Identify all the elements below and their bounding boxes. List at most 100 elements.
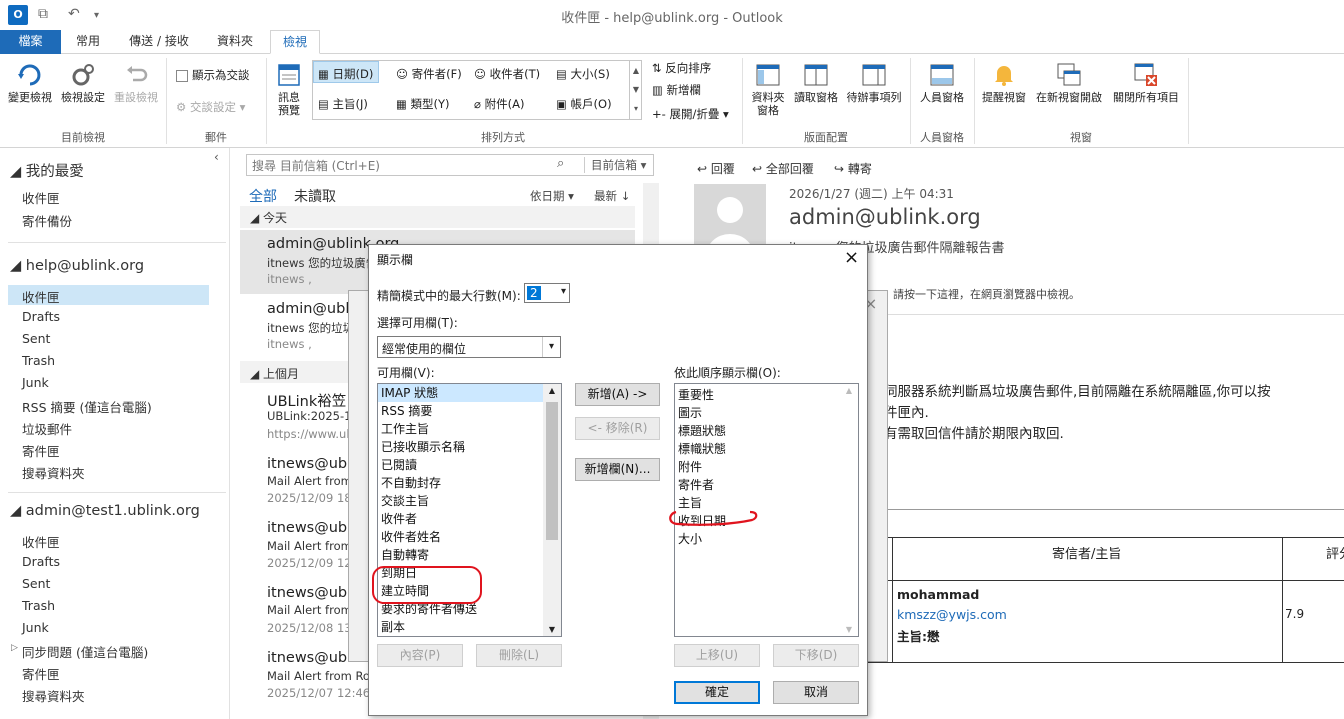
nav2-trash[interactable]: Trash bbox=[22, 598, 55, 613]
list-item[interactable]: IMAP 狀態 bbox=[378, 384, 561, 402]
tab-folder[interactable]: 資料夾 bbox=[206, 30, 264, 54]
arrange-from-button[interactable]: ☺ 寄件者(F) bbox=[396, 65, 462, 83]
list-item[interactable]: 圖示 bbox=[675, 404, 858, 422]
scroll-up-icon[interactable]: ▲ bbox=[543, 386, 561, 395]
tab-file[interactable]: 檔案 bbox=[0, 30, 61, 54]
list-item[interactable]: RSS 摘要 bbox=[378, 402, 561, 420]
move-up-button[interactable]: 上移(U) bbox=[674, 644, 760, 667]
nav2-outbox[interactable]: 寄件匣 bbox=[22, 664, 60, 683]
arrange-size-button[interactable]: ▤ 大小(S) bbox=[556, 65, 610, 83]
fav-inbox[interactable]: 收件匣 bbox=[22, 188, 60, 207]
nav2-sync-issues[interactable]: 同步問題 (僅這台電腦) bbox=[22, 642, 148, 661]
people-pane-button[interactable]: 人員窗格 bbox=[914, 62, 970, 104]
nav2-junk[interactable]: Junk bbox=[22, 620, 49, 635]
info-bar[interactable]: 請按一下這裡，在網頁瀏覽器中檢視。 bbox=[893, 286, 1080, 302]
arrange-subject-button[interactable]: ▤ 主旨(J) bbox=[318, 95, 368, 113]
nav-outbox[interactable]: 寄件匣 bbox=[22, 441, 60, 460]
nav2-search-folders[interactable]: 搜尋資料夾 bbox=[22, 686, 85, 705]
nav-sent[interactable]: Sent bbox=[22, 331, 50, 346]
scroll-up-icon[interactable]: ▲ bbox=[840, 386, 858, 395]
favorites-header[interactable]: ◢ 我的最愛 bbox=[10, 160, 84, 181]
remove-column-button[interactable]: <- 移除(R) bbox=[575, 417, 660, 440]
nav-trash[interactable]: Trash bbox=[22, 353, 55, 368]
nav-junk[interactable]: Junk bbox=[22, 375, 49, 390]
expand-arrow-icon[interactable]: ▷ bbox=[11, 643, 18, 653]
show-as-conversations-checkbox[interactable]: 顯示為交談 bbox=[176, 66, 250, 84]
list-item[interactable]: 大小 bbox=[675, 530, 858, 548]
list-item[interactable]: 副本 bbox=[378, 618, 561, 636]
list-item[interactable]: 附件 bbox=[675, 458, 858, 476]
filter-unread[interactable]: 未讀取 bbox=[294, 186, 336, 206]
message-sender[interactable]: itnews@ub bbox=[267, 585, 347, 601]
message-sender[interactable]: itnews@ub bbox=[267, 456, 347, 472]
available-list-scrollbar[interactable]: ▲ ▼ bbox=[543, 384, 561, 636]
message-sender[interactable]: itnews@ub bbox=[267, 650, 347, 666]
move-down-button[interactable]: 下移(D) bbox=[773, 644, 859, 667]
list-item[interactable]: 收件者 bbox=[378, 510, 561, 528]
add-column-button[interactable]: 新增(A) -> bbox=[575, 383, 660, 406]
list-item[interactable]: 已閱讀 bbox=[378, 456, 561, 474]
tab-home[interactable]: 常用 bbox=[66, 30, 110, 54]
max-lines-select[interactable]: 2 ▾ bbox=[524, 283, 570, 303]
nav2-drafts[interactable]: Drafts bbox=[22, 554, 60, 569]
list-item[interactable]: 標題狀態 bbox=[675, 422, 858, 440]
nav-inbox[interactable]: 收件匣 bbox=[22, 287, 60, 306]
search-scope-dropdown[interactable]: 目前信箱 ▾ bbox=[584, 157, 653, 173]
search-icon[interactable]: ⌕ bbox=[557, 156, 564, 171]
list-item[interactable]: 寄件者 bbox=[675, 476, 858, 494]
message-sender[interactable]: itnews@ub bbox=[267, 520, 347, 536]
filter-all[interactable]: 全部 bbox=[249, 186, 277, 206]
tab-send-receive[interactable]: 傳送 / 接收 bbox=[118, 30, 200, 54]
fav-sent-items[interactable]: 寄件備份 bbox=[22, 211, 72, 230]
cancel-button[interactable]: 取消 bbox=[773, 681, 859, 704]
list-item[interactable]: 已接收顯示名稱 bbox=[378, 438, 561, 456]
arrange-account-button[interactable]: ▣ 帳戶(O) bbox=[556, 95, 612, 113]
arrange-type-button[interactable]: ▦ 類型(Y) bbox=[396, 95, 450, 113]
scroll-thumb[interactable] bbox=[546, 402, 558, 540]
nav-drafts[interactable]: Drafts bbox=[22, 309, 60, 324]
list-item[interactable]: 收件者姓名 bbox=[378, 528, 561, 546]
list-item[interactable]: 重要性 bbox=[675, 386, 858, 404]
list-item[interactable]: 自動轉寄 bbox=[378, 546, 561, 564]
properties-button[interactable]: 內容(P) bbox=[377, 644, 463, 667]
column-set-select[interactable]: 經常使用的欄位 ▾ bbox=[377, 336, 561, 358]
expand-collapse-button[interactable]: +- 展開/折疊 ▾ bbox=[652, 105, 729, 123]
reply-button[interactable]: ↩ 回覆 bbox=[697, 160, 735, 177]
reset-view-button[interactable]: 重設檢視 bbox=[110, 62, 162, 104]
account-header-help[interactable]: ◢ help@ublink.org bbox=[10, 258, 144, 274]
tab-view[interactable]: 檢視 bbox=[270, 30, 320, 54]
scroll-down-icon[interactable]: ▼ bbox=[840, 625, 858, 634]
arrange-attachments-button[interactable]: ⌀ 附件(A) bbox=[474, 95, 524, 113]
collapse-pane-icon[interactable]: ‹ bbox=[214, 150, 219, 164]
account-header-admin[interactable]: ◢ admin@test1.ublink.org bbox=[10, 503, 200, 519]
change-view-button[interactable]: 變更檢視 bbox=[4, 62, 56, 104]
reverse-sort-button[interactable]: ⇅ 反向排序 bbox=[652, 59, 711, 77]
sort-by-dropdown[interactable]: 依日期 ▾ bbox=[530, 188, 574, 204]
group-header-today[interactable]: ◢ 今天 bbox=[250, 209, 287, 226]
message-preview-button[interactable]: 訊息 預覽 bbox=[270, 62, 308, 117]
todo-bar-button[interactable]: 待辦事項列 bbox=[842, 62, 906, 104]
nav-search-folders[interactable]: 搜尋資料夾 bbox=[22, 463, 85, 482]
reading-pane-button[interactable]: 讀取窗格 bbox=[790, 62, 842, 104]
add-columns-button[interactable]: ▥ 新增欄 bbox=[652, 81, 701, 99]
row-sender-email[interactable]: kmszz@ywjs.com bbox=[897, 607, 1007, 622]
new-column-button[interactable]: 新增欄(N)... bbox=[575, 458, 660, 481]
nav-rss[interactable]: RSS 摘要 (僅這台電腦) bbox=[22, 397, 152, 416]
arrange-date-button[interactable]: ▦ 日期(D) bbox=[318, 65, 373, 83]
message-sender[interactable]: UBLink裕笠 bbox=[267, 390, 346, 411]
forward-button[interactable]: ↪ 轉寄 bbox=[834, 160, 872, 177]
sort-order-toggle[interactable]: 最新 ↓ bbox=[594, 188, 630, 204]
list-item[interactable]: 不自動封存 bbox=[378, 474, 561, 492]
group-header-last-month[interactable]: ◢ 上個月 bbox=[250, 365, 299, 382]
view-settings-button[interactable]: 檢視設定 bbox=[58, 62, 108, 104]
reminders-window-button[interactable]: 提醒視窗 bbox=[978, 62, 1030, 104]
gallery-scroll[interactable]: ▲ ▼ ▾ bbox=[629, 61, 642, 119]
list-item[interactable]: 標幟狀態 bbox=[675, 440, 858, 458]
ok-button[interactable]: 確定 bbox=[674, 681, 760, 704]
nav2-sent[interactable]: Sent bbox=[22, 576, 50, 591]
conversation-settings-button[interactable]: ⚙ 交談設定 ▾ bbox=[176, 98, 245, 116]
reply-all-button[interactable]: ↩ 全部回覆 bbox=[752, 160, 814, 177]
delete-button[interactable]: 刪除(L) bbox=[476, 644, 562, 667]
display-list-scrollbar[interactable]: ▲ ▼ bbox=[840, 384, 858, 636]
close-all-items-button[interactable]: 關閉所有項目 bbox=[1108, 62, 1184, 104]
